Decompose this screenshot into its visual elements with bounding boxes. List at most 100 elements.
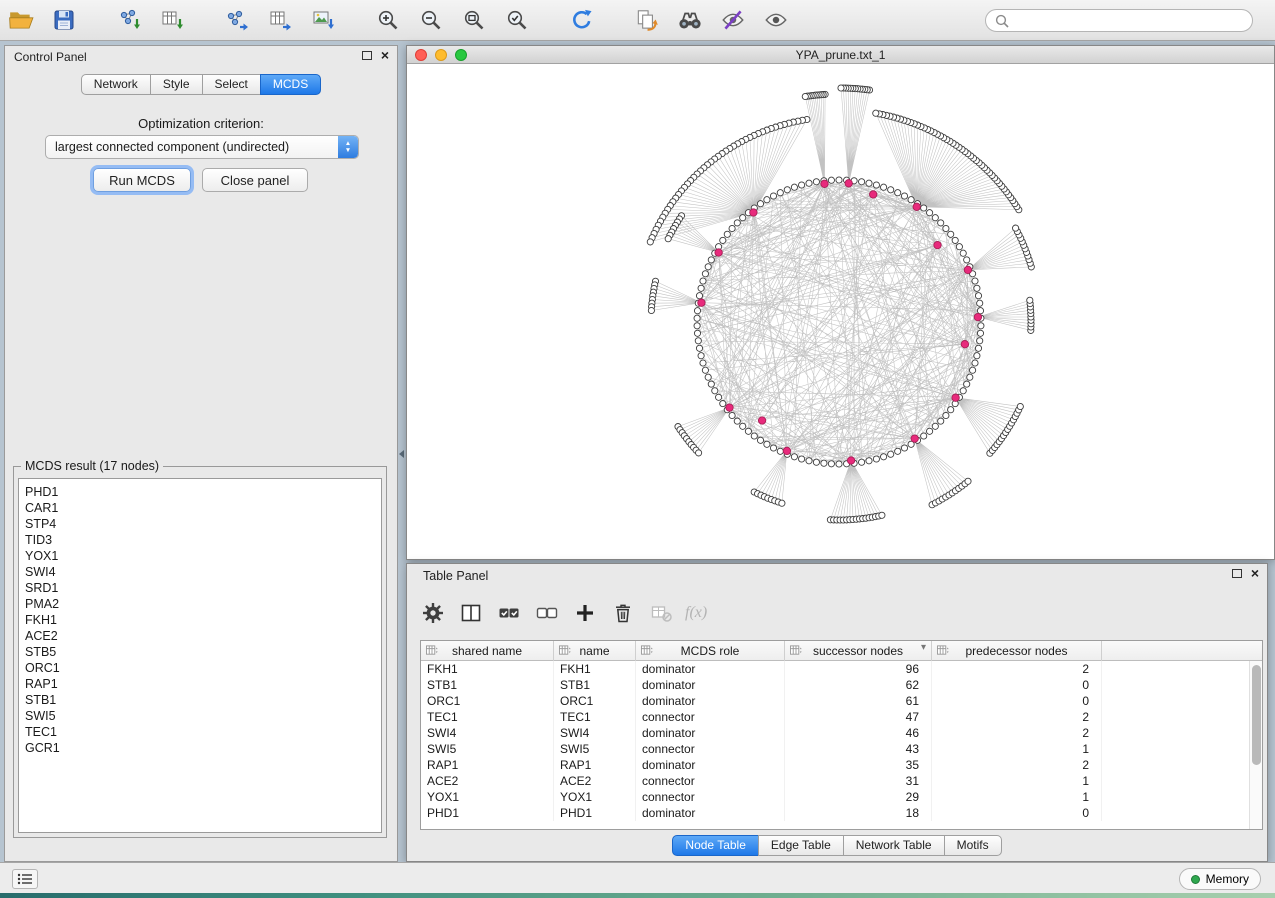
network-canvas[interactable] bbox=[407, 64, 1274, 559]
import-table-button[interactable] bbox=[155, 4, 189, 36]
status-bar: Memory bbox=[0, 862, 1275, 893]
refresh-button[interactable] bbox=[565, 4, 599, 36]
zoom-in-button[interactable] bbox=[371, 4, 405, 36]
table-row[interactable]: PHD1PHD1dominator180 bbox=[421, 805, 1262, 821]
save-session-button[interactable] bbox=[47, 4, 81, 36]
table-row[interactable]: STB1STB1dominator620 bbox=[421, 677, 1262, 693]
mcds-result-item[interactable]: SRD1 bbox=[25, 580, 375, 596]
mcds-result-item[interactable]: FKH1 bbox=[25, 612, 375, 628]
mcds-result-item[interactable]: STB1 bbox=[25, 692, 375, 708]
mcds-result-item[interactable]: STP4 bbox=[25, 516, 375, 532]
table-cell: 2 bbox=[932, 725, 1102, 741]
export-network-button[interactable] bbox=[220, 4, 254, 36]
column-header-name[interactable]: name bbox=[554, 641, 636, 661]
float-panel-icon[interactable] bbox=[362, 51, 372, 60]
table-cell: 29 bbox=[785, 789, 932, 805]
table-cell: 2 bbox=[932, 661, 1102, 677]
mcds-result-item[interactable]: GCR1 bbox=[25, 740, 375, 756]
search-input[interactable] bbox=[1010, 14, 1252, 28]
mcds-result-item[interactable]: STB5 bbox=[25, 644, 375, 660]
network-window: YPA_prune.txt_1 bbox=[406, 45, 1275, 560]
mcds-result-item[interactable]: YOX1 bbox=[25, 548, 375, 564]
zoom-fit-button[interactable] bbox=[457, 4, 491, 36]
run-mcds-button[interactable]: Run MCDS bbox=[93, 168, 191, 192]
table-row[interactable]: ORC1ORC1dominator610 bbox=[421, 693, 1262, 709]
mcds-result-list[interactable]: PHD1CAR1STP4TID3YOX1SWI4SRD1PMA2FKH1ACE2… bbox=[18, 478, 382, 833]
function-builder-label[interactable]: f(x) bbox=[685, 604, 707, 622]
criterion-selected-value: largest connected component (undirected) bbox=[55, 140, 289, 154]
table-scrollbar[interactable] bbox=[1249, 661, 1262, 829]
network-graph[interactable] bbox=[407, 64, 1274, 559]
deselect-all-button[interactable] bbox=[533, 599, 561, 627]
table-panel-title: Table Panel bbox=[423, 569, 488, 583]
clear-table-button[interactable] bbox=[647, 599, 675, 627]
tab-edge-table[interactable]: Edge Table bbox=[758, 835, 844, 856]
tab-motifs[interactable]: Motifs bbox=[944, 835, 1002, 856]
open-session-button[interactable] bbox=[4, 4, 38, 36]
table-row[interactable]: FKH1FKH1dominator962 bbox=[421, 661, 1262, 677]
table-row[interactable]: TEC1TEC1connector472 bbox=[421, 709, 1262, 725]
criterion-select[interactable]: largest connected component (undirected)… bbox=[45, 135, 359, 159]
search-network-button[interactable] bbox=[673, 4, 707, 36]
toolbar-search[interactable] bbox=[985, 9, 1253, 32]
search-icon bbox=[994, 13, 1010, 29]
mcds-result-item[interactable]: SWI5 bbox=[25, 708, 375, 724]
table-cell: 43 bbox=[785, 741, 932, 757]
table-row[interactable]: SWI4SWI4dominator462 bbox=[421, 725, 1262, 741]
import-network-icon bbox=[116, 7, 142, 33]
tab-network-table[interactable]: Network Table bbox=[843, 835, 945, 856]
table-row[interactable]: ACE2ACE2connector311 bbox=[421, 773, 1262, 789]
tab-style[interactable]: Style bbox=[150, 74, 203, 95]
float-table-panel-icon[interactable] bbox=[1232, 569, 1242, 578]
select-all-button[interactable] bbox=[495, 599, 523, 627]
import-network-button[interactable] bbox=[112, 4, 146, 36]
export-table-button[interactable] bbox=[263, 4, 297, 36]
column-header-predecessor-nodes[interactable]: predecessor nodes bbox=[932, 641, 1102, 661]
mcds-result-item[interactable]: SWI4 bbox=[25, 564, 375, 580]
mcds-result-item[interactable]: PHD1 bbox=[25, 484, 375, 500]
scrollbar-thumb[interactable] bbox=[1252, 665, 1261, 765]
export-image-button[interactable] bbox=[306, 4, 340, 36]
zoom-selected-button[interactable] bbox=[500, 4, 534, 36]
column-header-MCDS-role[interactable]: MCDS role bbox=[636, 641, 785, 661]
tab-node-table[interactable]: Node Table bbox=[672, 835, 759, 856]
sort-direction-icon: ▾ bbox=[921, 642, 926, 653]
column-header-shared-name[interactable]: shared name bbox=[421, 641, 554, 661]
table-settings-button[interactable] bbox=[419, 599, 447, 627]
table-cell: YOX1 bbox=[554, 789, 636, 805]
table-cell: dominator bbox=[636, 693, 785, 709]
memory-button[interactable]: Memory bbox=[1179, 868, 1261, 890]
table-row[interactable]: YOX1YOX1connector291 bbox=[421, 789, 1262, 805]
table-cell: YOX1 bbox=[421, 789, 554, 805]
tab-select[interactable]: Select bbox=[202, 74, 261, 95]
mcds-result-item[interactable]: TID3 bbox=[25, 532, 375, 548]
splitter-collapse-icon[interactable] bbox=[399, 450, 404, 458]
gear-icon bbox=[421, 601, 445, 625]
show-columns-button[interactable] bbox=[457, 599, 485, 627]
mcds-result-item[interactable]: RAP1 bbox=[25, 676, 375, 692]
mcds-result-item[interactable]: ACE2 bbox=[25, 628, 375, 644]
close-panel-icon[interactable]: × bbox=[381, 49, 389, 61]
clear-table-icon bbox=[649, 601, 673, 625]
export-table-icon bbox=[267, 7, 293, 33]
mcds-result-item[interactable]: TEC1 bbox=[25, 724, 375, 740]
tab-network[interactable]: Network bbox=[81, 74, 151, 95]
network-window-titlebar[interactable]: YPA_prune.txt_1 bbox=[407, 46, 1274, 64]
delete-column-button[interactable] bbox=[609, 599, 637, 627]
mcds-result-item[interactable]: PMA2 bbox=[25, 596, 375, 612]
share-network-button[interactable] bbox=[630, 4, 664, 36]
close-panel-button[interactable]: Close panel bbox=[202, 168, 308, 192]
column-header-successor-nodes[interactable]: successor nodes▾ bbox=[785, 641, 932, 661]
add-column-button[interactable] bbox=[571, 599, 599, 627]
table-row[interactable]: RAP1RAP1dominator352 bbox=[421, 757, 1262, 773]
close-table-panel-icon[interactable]: × bbox=[1251, 567, 1259, 579]
zoom-out-button[interactable] bbox=[414, 4, 448, 36]
mcds-result-item[interactable]: CAR1 bbox=[25, 500, 375, 516]
show-details-button[interactable] bbox=[759, 4, 793, 36]
table-cell: ACE2 bbox=[421, 773, 554, 789]
hide-details-button[interactable] bbox=[716, 4, 750, 36]
tab-mcds[interactable]: MCDS bbox=[260, 74, 321, 95]
mcds-result-item[interactable]: ORC1 bbox=[25, 660, 375, 676]
panel-menu-button[interactable] bbox=[12, 869, 38, 889]
table-row[interactable]: SWI5SWI5connector431 bbox=[421, 741, 1262, 757]
